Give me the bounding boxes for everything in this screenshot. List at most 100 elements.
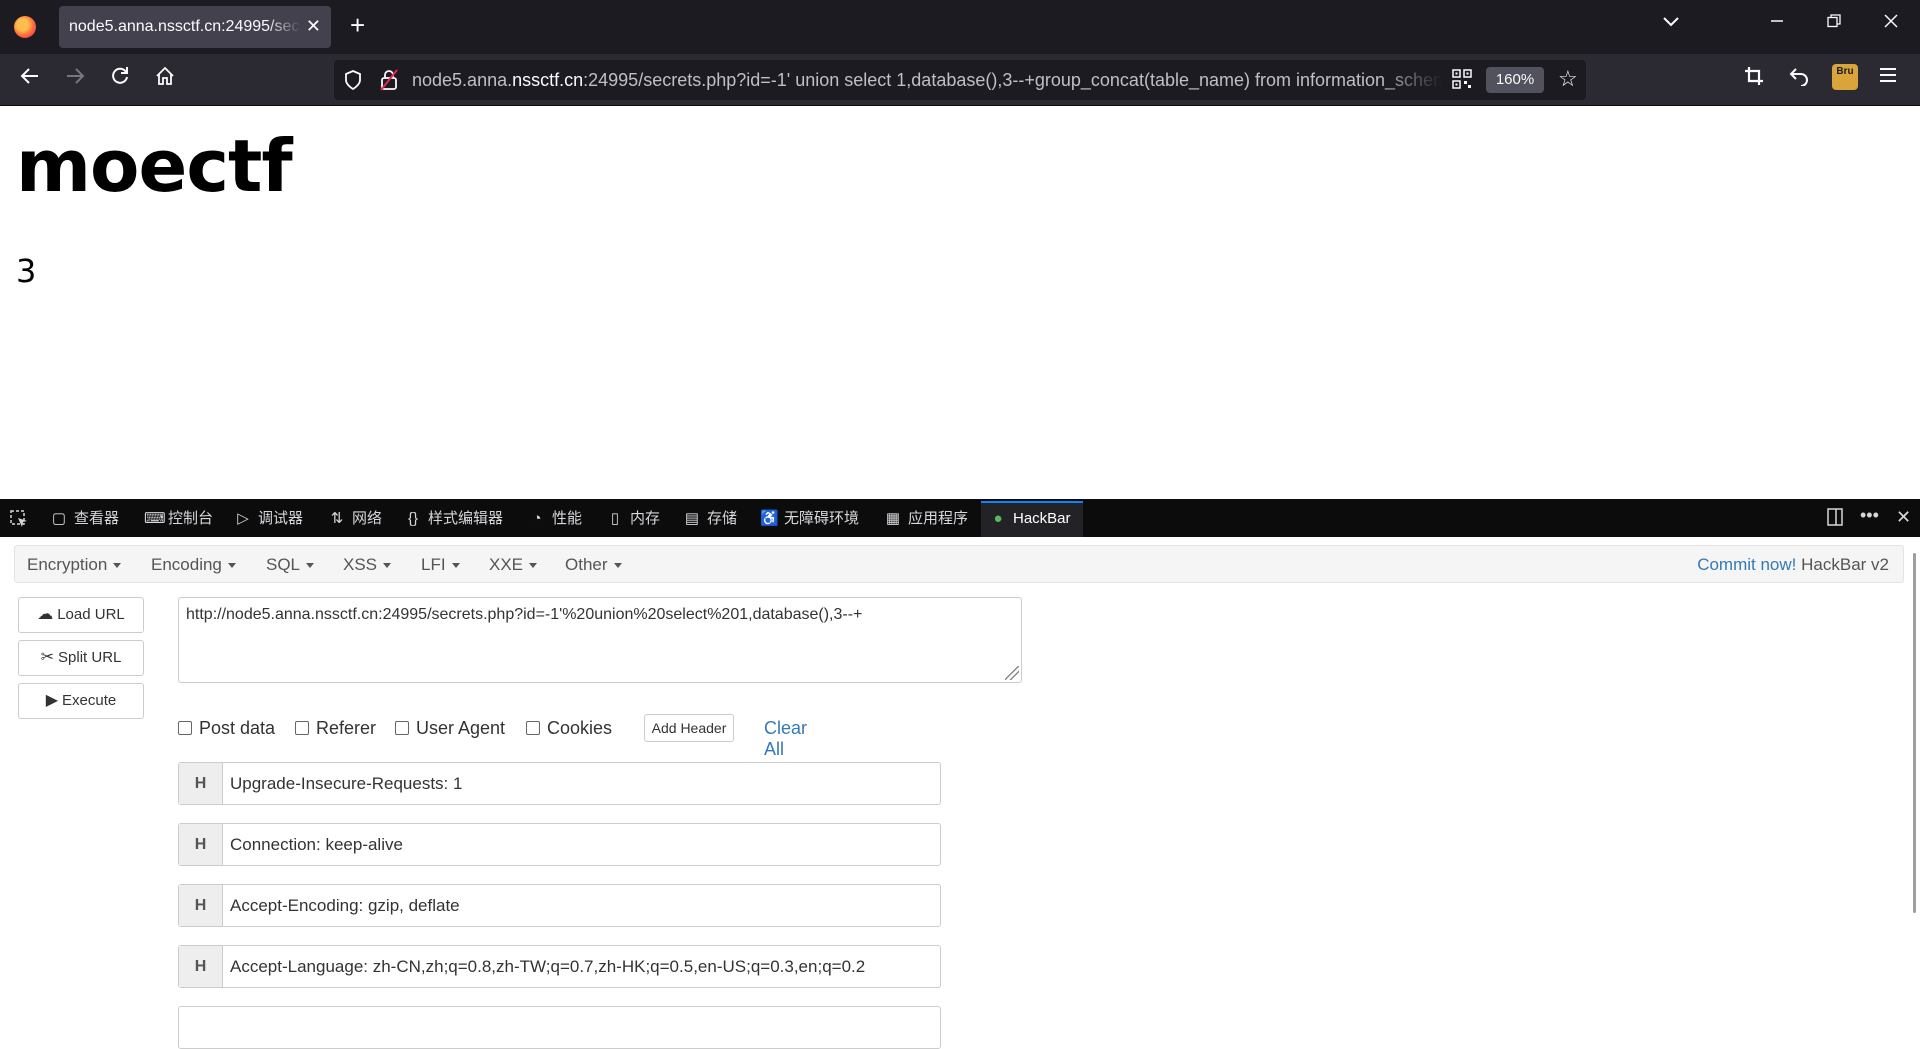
caret-down-icon — [113, 563, 122, 569]
hackbar-menu: Encryption Encoding SQL XSS LFI XXE Othe… — [14, 545, 1904, 583]
checkbox-icon — [295, 721, 309, 735]
load-url-button[interactable]: ☁ Load URL — [18, 597, 144, 633]
checkbox-icon — [178, 721, 192, 735]
tracking-protection-icon[interactable] — [344, 70, 362, 95]
add-header-button[interactable]: Add Header — [644, 714, 734, 742]
close-window-icon[interactable] — [1884, 12, 1898, 33]
tab-bar: node5.anna.nssctf.cn:24995/secrets.php ✕… — [0, 0, 1920, 54]
tab-accessibility[interactable]: ♿ 无障碍环境 — [760, 501, 859, 537]
application-icon: ▦ — [885, 510, 901, 527]
close-devtools-icon[interactable]: ✕ — [1896, 507, 1911, 528]
tab-application[interactable]: ▦ 应用程序 — [884, 501, 968, 537]
tab-debugger[interactable]: ▷ 调试器 — [234, 501, 303, 537]
url-text[interactable]: node5.anna.nssctf.cn:24995/secrets.php?i… — [412, 70, 1442, 91]
menu-other[interactable]: Other — [565, 555, 622, 575]
back-icon[interactable] — [15, 65, 45, 93]
forward-icon[interactable] — [60, 65, 90, 93]
accessibility-icon: ♿ — [760, 510, 779, 527]
tab-hackbar[interactable]: ● HackBar — [981, 501, 1083, 537]
menu-xss[interactable]: XSS — [343, 555, 392, 575]
post-data-checkbox[interactable]: Post data — [178, 718, 275, 739]
menu-xxe[interactable]: XXE — [489, 555, 538, 575]
tab-network[interactable]: ⇅ 网络 — [328, 501, 382, 537]
url-host: nssctf.cn — [512, 70, 584, 90]
tab-label: 查看器 — [74, 510, 120, 527]
tab-inspector[interactable]: ▢ 查看器 — [50, 501, 119, 537]
reload-icon[interactable] — [105, 65, 135, 93]
undo-icon[interactable] — [1789, 66, 1809, 92]
extension-bru-icon[interactable]: Bru — [1832, 64, 1858, 90]
header-row: H Upgrade-Insecure-Requests: 1 — [178, 762, 941, 805]
user-agent-checkbox[interactable]: User Agent — [395, 718, 505, 739]
tab-label: 内存 — [630, 510, 661, 527]
zoom-level-button[interactable]: 160% — [1486, 67, 1544, 93]
url-bar[interactable]: node5.anna.nssctf.cn:24995/secrets.php?i… — [334, 60, 1586, 100]
tab-memory[interactable]: ▯ 内存 — [606, 501, 660, 537]
menu-encoding[interactable]: Encoding — [151, 555, 236, 575]
header-value-input[interactable]: Upgrade-Insecure-Requests: 1 — [230, 774, 462, 794]
tab-close-icon[interactable]: ✕ — [306, 16, 321, 37]
menu-sql[interactable]: SQL — [266, 555, 315, 575]
tab-console[interactable]: ⌨ 控制台 — [144, 501, 213, 537]
menu-lfi[interactable]: LFI — [421, 555, 460, 575]
tab-style-editor[interactable]: {} 样式编辑器 — [404, 501, 503, 537]
tab-performance[interactable]: ◔ 性能 — [528, 501, 582, 537]
network-icon: ⇅ — [330, 510, 344, 527]
tab-title: node5.anna.nssctf.cn:24995/secrets.php — [69, 18, 301, 35]
hackbar-url-input[interactable]: http://node5.anna.nssctf.cn:24995/secret… — [178, 597, 1022, 683]
checkbox-icon — [526, 721, 540, 735]
option-label: Cookies — [547, 718, 613, 738]
menu-label: SQL — [266, 555, 301, 574]
cloud-download-icon: ☁ — [37, 606, 54, 623]
header-value-input[interactable]: Connection: keep-alive — [230, 835, 403, 855]
header-row — [178, 1006, 941, 1049]
option-label: Post data — [199, 718, 276, 738]
debugger-icon: ▷ — [237, 510, 249, 527]
minimize-icon[interactable] — [1770, 12, 1784, 33]
cookies-checkbox[interactable]: Cookies — [526, 718, 612, 739]
header-row: H Accept-Language: zh-CN,zh;q=0.8,zh-TW;… — [178, 945, 941, 988]
firefox-icon[interactable] — [14, 16, 36, 38]
query-result: 3 — [16, 252, 37, 290]
new-tab-icon[interactable]: + — [350, 10, 365, 40]
insecure-lock-icon[interactable] — [380, 69, 398, 96]
more-options-icon[interactable]: ••• — [1860, 505, 1879, 526]
qr-code-icon[interactable] — [1452, 69, 1472, 94]
menu-label: Other — [565, 555, 608, 574]
devtools-panel: ▢ 查看器 ⌨ 控制台 ▷ 调试器 ⇅ 网络 {} 样式编辑器 ◔ 性能 ▯ 内存 ▤ 存储 ♿… — [0, 499, 1920, 1049]
dock-side-icon[interactable] — [1826, 507, 1844, 532]
header-badge: H — [179, 824, 223, 865]
button-label: Load URL — [57, 606, 125, 623]
commit-link[interactable]: Commit now! — [1697, 555, 1796, 574]
header-value-input[interactable]: Accept-Language: zh-CN,zh;q=0.8,zh-TW;q=… — [230, 957, 865, 977]
referer-checkbox[interactable]: Referer — [295, 718, 376, 739]
browser-tab[interactable]: node5.anna.nssctf.cn:24995/secrets.php ✕ — [59, 6, 331, 48]
split-url-button[interactable]: ✂ Split URL — [18, 640, 144, 676]
home-icon[interactable] — [150, 65, 180, 93]
resize-handle-icon[interactable] — [1005, 666, 1019, 680]
caret-down-icon — [613, 563, 622, 569]
tab-storage[interactable]: ▤ 存储 — [683, 501, 737, 537]
element-picker-icon[interactable] — [10, 501, 28, 537]
clear-all-link[interactable]: Clear All — [764, 718, 807, 760]
screenshot-icon[interactable] — [1744, 66, 1764, 92]
bookmark-star-icon[interactable]: ☆ — [1558, 66, 1578, 92]
execute-button[interactable]: ▶ Execute — [18, 683, 144, 719]
menu-encryption[interactable]: Encryption — [27, 555, 122, 575]
button-label: Execute — [62, 692, 117, 709]
devtools-toolbar: ▢ 查看器 ⌨ 控制台 ▷ 调试器 ⇅ 网络 {} 样式编辑器 ◔ 性能 ▯ 内存 ▤ 存储 ♿… — [0, 501, 1920, 537]
header-value-input[interactable]: Accept-Encoding: gzip, deflate — [230, 896, 460, 916]
url-rest: :24995/secrets.php?id=-1' union select 1… — [583, 70, 1442, 90]
caret-down-icon — [383, 563, 392, 569]
list-all-tabs-icon[interactable] — [1662, 12, 1680, 33]
restore-icon[interactable] — [1827, 12, 1841, 33]
url-value: http://node5.anna.nssctf.cn:24995/secret… — [186, 606, 863, 623]
devtools-scrollbar[interactable] — [1913, 553, 1916, 913]
console-icon: ⌨ — [144, 510, 166, 527]
storage-icon: ▤ — [684, 510, 700, 527]
play-circle-icon: ▶ — [45, 692, 59, 709]
option-label: User Agent — [416, 718, 506, 738]
tab-label: 调试器 — [258, 510, 304, 527]
menu-hamburger-icon[interactable] — [1879, 66, 1897, 89]
page-heading: moectf — [16, 124, 293, 208]
